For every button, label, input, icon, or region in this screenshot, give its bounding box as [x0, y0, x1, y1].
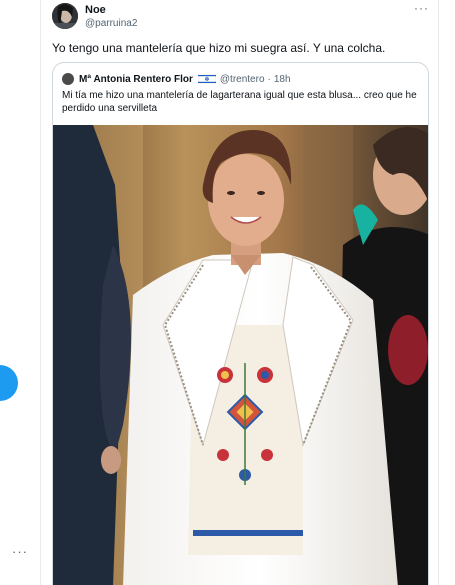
quoted-tweet-text: Mi tía me hizo una mantelería de lagarte…	[62, 90, 417, 114]
quoted-author-handle[interactable]: @trentero	[220, 74, 265, 85]
tweet-text: Yo tengo una mantelería que hizo mi sueg…	[52, 41, 386, 55]
author-name[interactable]: Noe	[85, 3, 137, 17]
quoted-author-name[interactable]: Mª Antonia Rentero Flor	[79, 74, 193, 85]
author-handle[interactable]: @parruina2	[85, 17, 137, 30]
israel-flag-icon	[197, 74, 216, 84]
timeline-right-border	[438, 0, 439, 585]
quoted-tweet-header: Mª Antonia Rentero Flor @trentero · 18h	[62, 72, 291, 86]
separator-dot: ·	[267, 73, 271, 85]
avatar[interactable]	[52, 3, 78, 29]
quoted-tweet-card[interactable]: Mª Antonia Rentero Flor @trentero · 18h …	[52, 62, 429, 585]
tweet-more-button[interactable]: ···	[414, 1, 429, 15]
quoted-tweet-time[interactable]: 18h	[274, 74, 291, 85]
woman-embroidered-blouse-photo	[53, 125, 428, 585]
quoted-tweet-photo[interactable]	[53, 125, 428, 585]
sidebar-more-button[interactable]: ···	[12, 544, 28, 559]
quoted-author-avatar[interactable]	[62, 73, 74, 85]
tweet-author[interactable]: Noe @parruina2	[85, 3, 137, 30]
timeline-left-border	[40, 0, 41, 585]
compose-tweet-button[interactable]	[0, 365, 18, 401]
